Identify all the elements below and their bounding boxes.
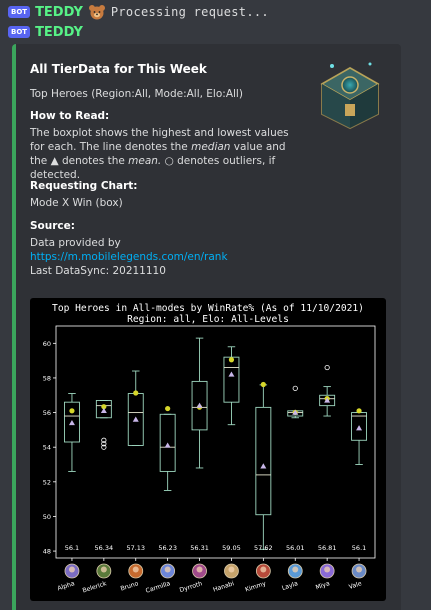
y-tick-label: 54 [43,444,51,452]
embed-title: All TierData for This Week [30,62,207,76]
mean-marker [260,463,267,469]
bear-emoji-icon [88,4,106,20]
value-label: 59.05 [222,544,241,552]
mean-marker [196,402,203,408]
y-tick-label: 48 [43,548,51,556]
x-tick-label: Kimmy [244,580,267,593]
mean-marker [132,416,139,422]
message-header-1: BOT TEDDY Processing request... [8,4,269,20]
chart-title-line2: Region: all, Elo: All-Levels [127,314,289,325]
y-tick-label: 52 [43,478,51,486]
hero-face-icon [100,566,107,573]
value-label: 56.81 [318,544,337,552]
value-label: 56.01 [286,544,305,552]
hero-face-icon [132,566,139,573]
value-dot [228,357,235,363]
x-tick-label: Carmilla [145,580,172,595]
value-label: 57.62 [254,544,273,552]
value-label: 56.23 [158,544,177,552]
x-tick-label: Belerick [82,580,108,594]
hero-face-icon [68,566,75,573]
field-value-source: Data provided by https://m.mobilelegends… [30,236,305,278]
bot-tag: BOT [8,26,31,38]
value-dot [133,390,139,396]
box-iqr [255,406,272,516]
x-tick-label: Vale [348,580,363,591]
hero-face-icon [228,566,235,573]
username[interactable]: TEDDY [35,5,83,20]
embed-card: All TierData for This Week Top Heroes (R… [12,44,401,610]
y-tick-label: 58 [43,374,51,382]
x-tick-label: Bruno [120,580,140,592]
source-text: Data provided by [30,237,121,249]
embed-description: Top Heroes (Region:All, Mode:All, Elo:Al… [30,88,243,100]
hero-face-icon [196,566,203,573]
value-label: 56.1 [352,544,366,552]
username[interactable]: TEDDY [35,25,83,40]
hero-face-icon [260,566,267,573]
value-dot [356,408,362,414]
x-tick-label: Dyrroth [179,580,203,594]
y-tick-label: 56 [43,409,51,417]
last-datasync: Last DataSync: 20211110 [30,265,166,277]
outlier-point [292,385,298,391]
mean-marker [100,407,107,414]
chart-title-line1: Top Heroes in All-modes by WinRate% (As … [52,303,364,314]
y-tick-label: 60 [43,340,51,348]
field-name-how-to-read: How to Read: [30,110,110,122]
outlier-point [324,364,330,371]
box-iqr [223,356,240,403]
value-dot [69,408,75,414]
field-value-how-to-read: The boxplot shows the highest and lowest… [30,127,289,181]
x-tick-label: Alpha [57,580,76,592]
value-label: 57.13 [126,544,145,552]
x-tick-label: Hanabi [212,580,235,593]
hero-face-icon [292,566,299,573]
x-tick-label: Miya [315,580,331,591]
value-dot [165,405,171,412]
message-header-2: BOT TEDDY [8,24,83,40]
mean-marker [164,442,171,448]
x-tick-label: Layla [281,580,299,592]
boxplot-chart: Top Heroes in All-modes by WinRate% (As … [30,298,386,601]
plot-frame [55,325,376,559]
value-label: 56.31 [190,544,209,552]
y-tick-label: 50 [43,513,51,521]
source-link[interactable]: https://m.mobilelegends.com/en/rank [30,251,228,263]
mean-marker [356,425,363,431]
hero-face-icon [356,566,363,573]
mean-marker [228,371,235,377]
value-label: 56.34 [95,544,114,552]
boxplot-svg: Top Heroes in All-modes by WinRate% (As … [43,303,376,595]
bot-tag: BOT [8,6,31,18]
value-label: 56.1 [65,544,79,552]
field-value-requesting-chart: Mode X Win (box) [30,197,123,209]
field-name-source: Source: [30,220,75,232]
field-name-requesting-chart: Requesting Chart: [30,180,138,192]
value-dot [260,381,266,388]
processing-text: Processing request... [110,5,269,19]
chest-thumbnail-icon [312,58,388,132]
hero-face-icon [324,566,331,573]
mean-marker [68,419,75,426]
hero-face-icon [164,566,171,573]
